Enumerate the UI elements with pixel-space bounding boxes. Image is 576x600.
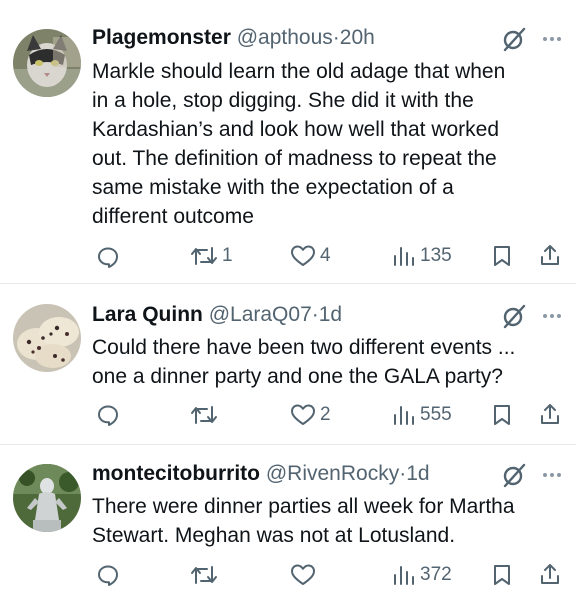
cat-avatar-icon: [13, 29, 81, 97]
reply-button[interactable]: [96, 245, 124, 269]
heart-icon: [291, 404, 315, 425]
heart-icon: [291, 564, 315, 585]
views-button[interactable]: 555: [392, 403, 452, 427]
tweet-header: montecitoburrito @RivenRocky·1d: [92, 461, 430, 487]
repost-icon: [191, 566, 217, 584]
like-count: 2: [320, 404, 331, 425]
views-button[interactable]: 135: [392, 244, 452, 268]
repost-button[interactable]: [190, 563, 222, 587]
bookmark-icon: [494, 246, 510, 266]
timestamp[interactable]: 1d: [406, 462, 429, 485]
reply-button[interactable]: [96, 563, 124, 587]
avatar[interactable]: [13, 464, 81, 532]
views-icon: [394, 247, 414, 266]
share-button[interactable]: [538, 402, 562, 426]
tweet-header: Plagemonster @apthous·20h: [92, 25, 375, 51]
tweet-header: Lara Quinn @LaraQ07·1d: [92, 302, 342, 328]
tweet-text-line: There were dinner parties all week for M…: [92, 495, 515, 518]
tweet-text-line: one a dinner party and one the GALA part…: [92, 365, 503, 388]
timestamp[interactable]: 20h: [340, 26, 375, 49]
tweet-text-line: Kardashian’s and look how well that work…: [92, 118, 500, 141]
reply-icon: [98, 565, 118, 586]
views-icon: [394, 406, 414, 425]
view-count: 372: [420, 564, 452, 585]
tweet-text: Markle should learn the old adage that w…: [92, 57, 562, 231]
avatar[interactable]: [13, 304, 81, 372]
bookmark-button[interactable]: [491, 563, 513, 587]
reply-icon: [98, 247, 118, 268]
bookmark-button[interactable]: [491, 244, 513, 268]
repost-button[interactable]: [190, 403, 222, 427]
author-handle[interactable]: @apthous: [237, 26, 333, 49]
heart-icon: [291, 245, 315, 266]
more-options-icon[interactable]: [540, 303, 564, 329]
author-handle[interactable]: @RivenRocky: [266, 462, 399, 485]
reply-button[interactable]: [96, 403, 124, 427]
tweet-text-line: Stewart. Meghan was not at Lotusland.: [92, 524, 456, 547]
share-icon: [541, 564, 559, 584]
author-name[interactable]: Lara Quinn: [92, 303, 203, 326]
tweet-text-line: different outcome: [92, 205, 254, 228]
timestamp[interactable]: 1d: [319, 303, 342, 326]
tweet-text-line: in a hole, stop digging. She did it with…: [92, 89, 474, 112]
view-count: 135: [420, 245, 452, 266]
bookmark-button[interactable]: [491, 403, 513, 427]
bookmark-icon: [494, 405, 510, 425]
author-name[interactable]: Plagemonster: [92, 26, 231, 49]
more-options-icon[interactable]: [540, 26, 564, 52]
tweet-text-line: same mistake with the expectation of a: [92, 176, 454, 199]
like-count: 4: [320, 245, 331, 266]
divider: [0, 444, 576, 445]
share-button[interactable]: [538, 562, 562, 586]
tweet-text: Could there have been two different even…: [92, 333, 562, 391]
tweet-text: There were dinner parties all week for M…: [92, 492, 562, 550]
divider: [0, 283, 576, 284]
like-button[interactable]: 2: [290, 403, 331, 427]
grok-icon[interactable]: [501, 303, 527, 329]
separator-dot: ·: [332, 26, 340, 49]
views-icon: [394, 566, 414, 585]
grok-icon[interactable]: [501, 26, 527, 52]
bookmark-icon: [494, 565, 510, 585]
like-button[interactable]: 4: [290, 244, 331, 268]
like-button[interactable]: [290, 563, 320, 587]
share-icon: [541, 245, 559, 265]
reply-icon: [98, 405, 118, 426]
separator-dot: ·: [311, 303, 319, 326]
tweet-text-line: Could there have been two different even…: [92, 336, 516, 359]
view-count: 555: [420, 404, 452, 425]
tweet-text-line: Markle should learn the old adage that w…: [92, 60, 506, 83]
repost-button[interactable]: 1: [190, 244, 233, 268]
author-handle[interactable]: @LaraQ07: [209, 303, 312, 326]
views-button[interactable]: 372: [392, 563, 452, 587]
repost-icon: [191, 247, 217, 265]
more-options-icon[interactable]: [540, 462, 564, 488]
reply-feed: Plagemonster @apthous·20h Markle should …: [0, 0, 576, 600]
tweet-text-line: out. The definition of madness to repeat…: [92, 147, 497, 170]
repost-icon: [191, 406, 217, 424]
cookies-avatar-icon: [13, 304, 81, 372]
avatar[interactable]: [13, 29, 81, 97]
statue-avatar-icon: [13, 464, 81, 532]
grok-icon[interactable]: [501, 462, 527, 488]
share-icon: [541, 404, 559, 424]
share-button[interactable]: [538, 243, 562, 267]
author-name[interactable]: montecitoburrito: [92, 462, 260, 485]
repost-count: 1: [222, 245, 233, 266]
